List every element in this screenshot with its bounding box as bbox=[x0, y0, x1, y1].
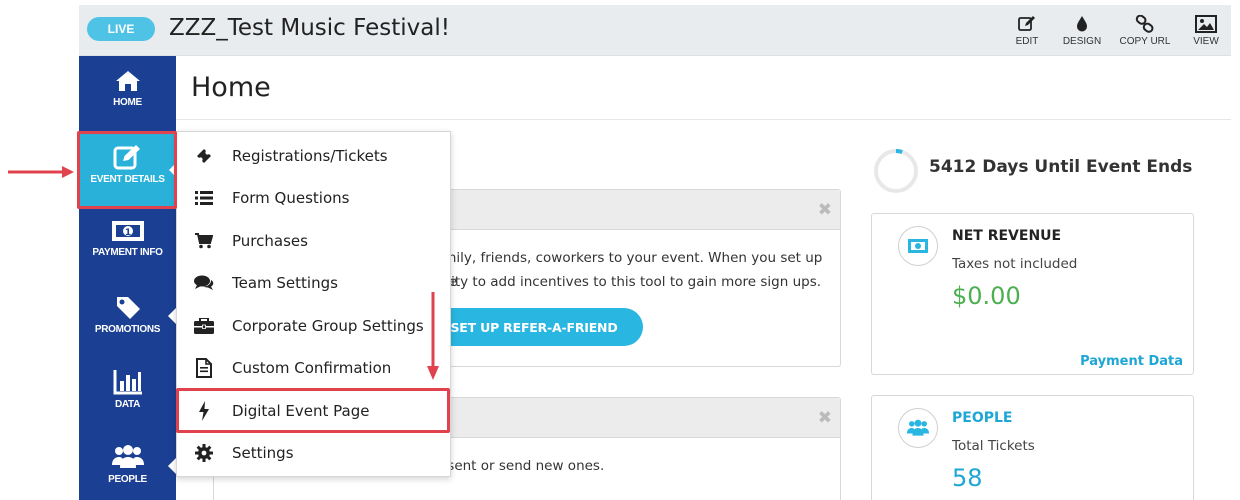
annotation-arrows bbox=[8, 166, 439, 380]
right-arrow-icon bbox=[62, 166, 74, 178]
down-arrow-icon bbox=[427, 366, 439, 380]
app-window: LIVE ZZZ_Test Music Festival! EDIT DESIG… bbox=[0, 0, 1240, 500]
